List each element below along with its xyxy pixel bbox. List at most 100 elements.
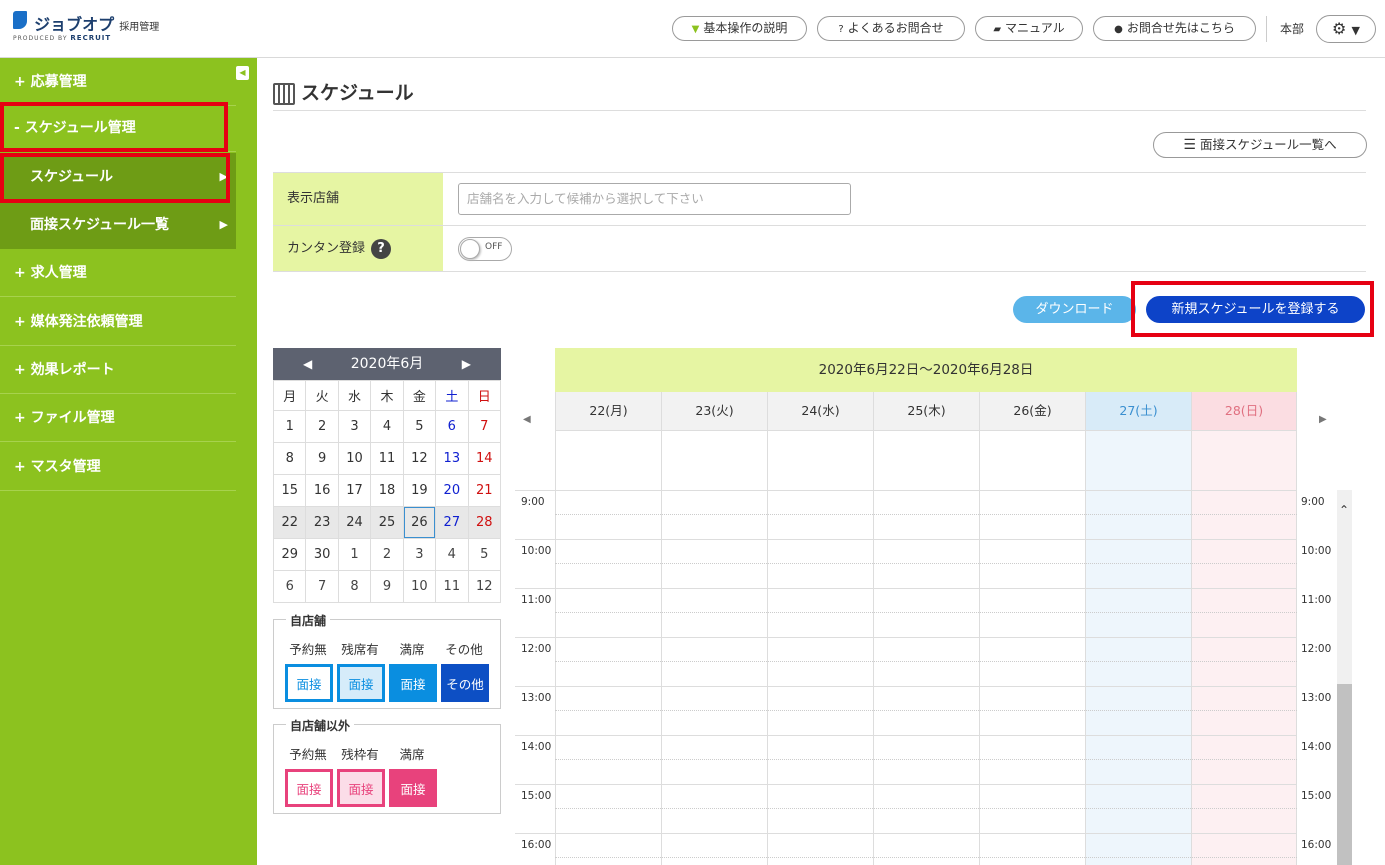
calendar-day[interactable]: 14	[467, 442, 502, 475]
calendar-day-today[interactable]: 26	[402, 506, 437, 539]
book-icon: ▰	[993, 24, 1002, 35]
download-button[interactable]: ダウンロード	[1013, 296, 1136, 323]
schedule-scrollbar[interactable]	[1337, 490, 1352, 865]
manual-button[interactable]: ▰ マニュアル	[975, 16, 1083, 41]
legend-label: 満席	[399, 642, 425, 657]
collapse-sidebar-icon[interactable]: ◀	[236, 66, 249, 80]
week-row: 8 9 10 11 12 13 14	[272, 442, 502, 475]
calendar-day[interactable]: 5	[402, 410, 437, 443]
calendar-day[interactable]: 16	[305, 474, 339, 507]
calendar-day[interactable]: 12	[402, 442, 437, 475]
calendar-day[interactable]: 2	[370, 538, 404, 571]
grid-half-line	[555, 710, 1297, 711]
calendar-day[interactable]: 9	[305, 442, 339, 475]
calendar-day[interactable]: 10	[402, 570, 437, 603]
help-icon[interactable]: ?	[371, 238, 392, 259]
sidebar-item-report[interactable]: + 効果レポート	[0, 346, 236, 394]
calendar-day[interactable]: 1	[337, 538, 372, 571]
day-column[interactable]	[555, 431, 661, 865]
calendar-day[interactable]: 3	[337, 410, 372, 443]
weekday: 月	[272, 380, 307, 411]
day-header-sun: 28(日)	[1191, 392, 1297, 431]
calendar-day[interactable]: 23	[305, 506, 339, 539]
next-month-icon[interactable]: ▶	[462, 348, 471, 380]
calendar-day[interactable]: 10	[337, 442, 372, 475]
calendar-day[interactable]: 21	[467, 474, 502, 507]
grid-line	[515, 686, 1297, 687]
page-title: スケジュール	[273, 78, 414, 105]
calendar-day[interactable]: 27	[435, 506, 469, 539]
next-week-icon[interactable]: ▶	[1319, 414, 1327, 425]
calendar-day[interactable]: 12	[467, 570, 502, 603]
day-column[interactable]	[873, 431, 979, 865]
basic-operation-button[interactable]: ▼ 基本操作の説明	[672, 16, 807, 41]
legend-title: 自店舗以外	[286, 717, 355, 734]
header: ジョブオプ 採用管理 PRODUCED BY RECRUIT ▼ 基本操作の説明 …	[0, 0, 1385, 58]
calendar-day[interactable]: 1	[272, 410, 307, 443]
faq-button[interactable]: ? よくあるお問合せ	[817, 16, 965, 41]
calendar-day[interactable]: 2	[305, 410, 339, 443]
calendar-day[interactable]: 20	[435, 474, 469, 507]
sidebar-item-application[interactable]: + 応募管理	[0, 58, 236, 106]
sidebar-item-files[interactable]: + ファイル管理	[0, 394, 236, 442]
sidebar-item-label: - スケジュール管理	[14, 120, 136, 136]
calendar-day[interactable]: 11	[370, 442, 404, 475]
calendar-day[interactable]: 19	[402, 474, 437, 507]
logo[interactable]: ジョブオプ 採用管理 PRODUCED BY RECRUIT	[13, 11, 159, 42]
calendar-day[interactable]: 7	[467, 410, 502, 443]
store-label: 表示店舗	[273, 173, 443, 225]
interview-list-link[interactable]: ☰ 面接スケジュール一覧へ	[1153, 132, 1367, 158]
mini-calendar-header: ◀ 2020年6月 ▶	[273, 348, 501, 380]
calendar-day[interactable]: 6	[272, 570, 307, 603]
settings-button[interactable]: ⚙ ▼	[1316, 15, 1376, 43]
calendar-day[interactable]: 24	[337, 506, 372, 539]
calendar-day[interactable]: 29	[272, 538, 307, 571]
interview-list-label: 面接スケジュール一覧へ	[1199, 137, 1337, 152]
sidebar-subitem-schedule[interactable]: スケジュール ▶	[0, 153, 236, 201]
calendar-day[interactable]: 11	[435, 570, 469, 603]
calendar-day[interactable]: 25	[370, 506, 404, 539]
grid-half-line	[555, 759, 1297, 760]
calendar-day[interactable]: 22	[272, 506, 307, 539]
scroll-up-icon[interactable]: ⌃	[1339, 503, 1349, 517]
calendar-day[interactable]: 4	[435, 538, 469, 571]
legend-box-no-reservation: 面接	[285, 664, 333, 702]
calendar-day[interactable]: 8	[337, 570, 372, 603]
contact-button[interactable]: ● お問合せ先はこちら	[1093, 16, 1256, 41]
easy-register-toggle[interactable]: OFF	[458, 237, 512, 261]
calendar-day[interactable]: 17	[337, 474, 372, 507]
calendar-day[interactable]: 15	[272, 474, 307, 507]
calendar-day[interactable]: 18	[370, 474, 404, 507]
day-column-sun[interactable]	[1191, 431, 1297, 865]
new-schedule-button[interactable]: 新規スケジュールを登録する	[1146, 296, 1365, 323]
grid-line	[515, 784, 1297, 785]
calendar-day[interactable]: 6	[435, 410, 469, 443]
calendar-day[interactable]: 28	[467, 506, 502, 539]
day-column[interactable]	[979, 431, 1085, 865]
week-row: 6 7 8 9 10 11 12	[272, 570, 502, 603]
sidebar-item-schedule-management[interactable]: - スケジュール管理	[0, 104, 236, 152]
calendar-day[interactable]: 5	[467, 538, 502, 571]
sidebar-item-jobs[interactable]: + 求人管理	[0, 249, 236, 297]
calendar-day[interactable]: 30	[305, 538, 339, 571]
sidebar-subitem-interview-list[interactable]: 面接スケジュール一覧 ▶	[0, 201, 236, 249]
calendar-day[interactable]: 4	[370, 410, 404, 443]
day-column-sat[interactable]	[1085, 431, 1191, 865]
calendar-day[interactable]: 9	[370, 570, 404, 603]
scrollbar-thumb[interactable]	[1337, 684, 1352, 865]
day-column[interactable]	[767, 431, 873, 865]
sidebar-item-master[interactable]: + マスタ管理	[0, 443, 236, 491]
sidebar: ◀ + 応募管理 - スケジュール管理 スケジュール ▶ 面接スケジュール一覧 ▶ …	[0, 58, 257, 865]
sidebar-item-media-order[interactable]: + 媒体発注依頼管理	[0, 298, 236, 346]
app: ジョブオプ 採用管理 PRODUCED BY RECRUIT ▼ 基本操作の説明 …	[0, 0, 1385, 865]
calendar-day[interactable]: 13	[435, 442, 469, 475]
calendar-day[interactable]: 3	[402, 538, 437, 571]
calendar-day[interactable]: 7	[305, 570, 339, 603]
store-search-input[interactable]: 店舗名を入力して候補から選択して下さい	[458, 183, 851, 215]
legend-label: 予約無	[289, 642, 327, 657]
prev-month-icon[interactable]: ◀	[303, 348, 312, 380]
calendar-day[interactable]: 8	[272, 442, 307, 475]
day-column[interactable]	[661, 431, 767, 865]
week-row: 15 16 17 18 19 20 21	[272, 474, 502, 507]
prev-week-icon[interactable]: ◀	[523, 414, 531, 425]
